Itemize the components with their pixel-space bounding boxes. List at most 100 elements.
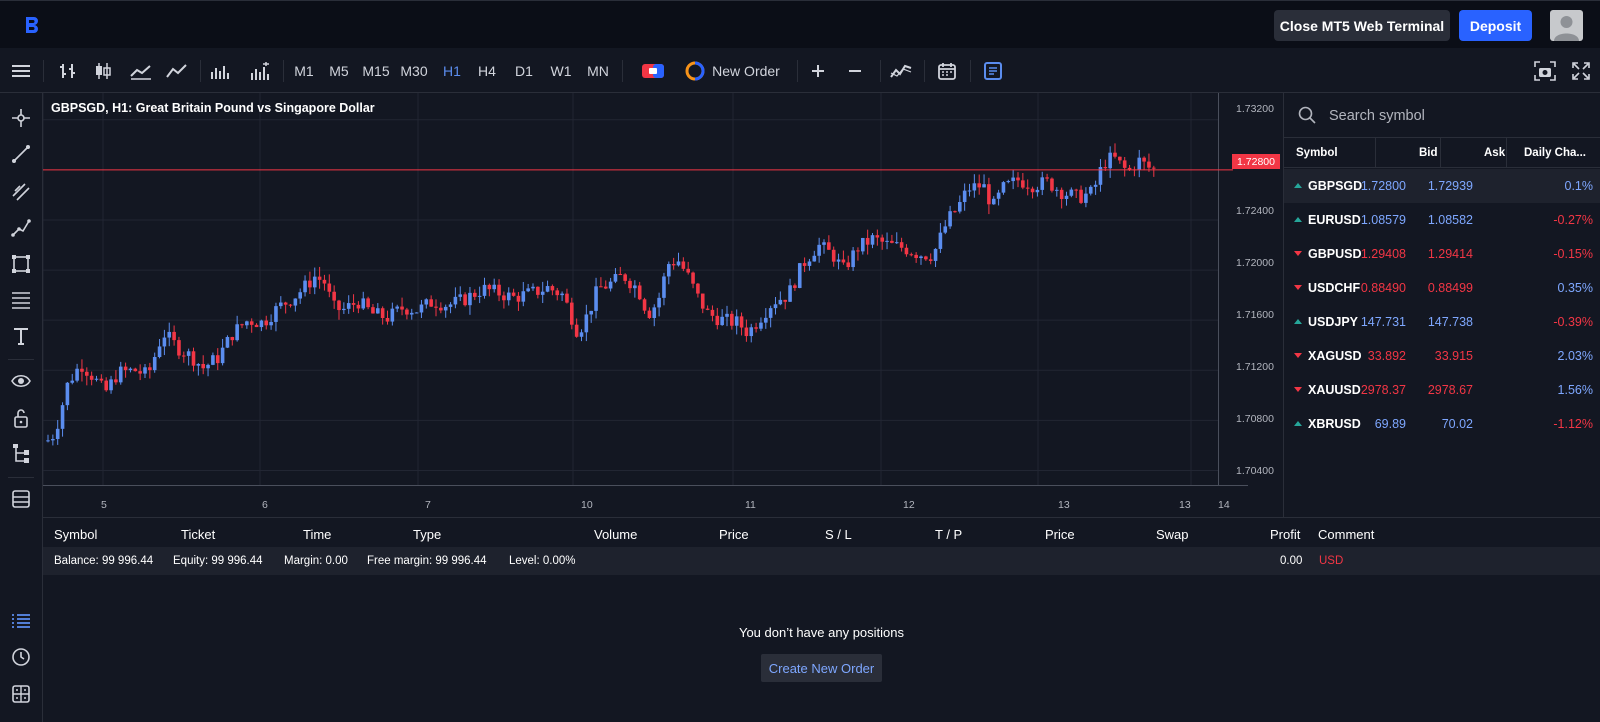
one-click-trading-icon[interactable] xyxy=(640,48,666,93)
candle-body xyxy=(574,324,579,337)
header-ask[interactable]: Ask xyxy=(1484,147,1505,159)
price-chart[interactable]: GBPSGD, H1: Great Britain Pound vs Singa… xyxy=(43,93,1283,517)
object-tree-icon[interactable] xyxy=(8,441,34,467)
watchlist-row-gbpusd[interactable]: GBPUSD 1.29408 1.29414 -0.15% xyxy=(1284,237,1600,271)
row-ask: 1.72939 xyxy=(1427,179,1473,193)
create-new-order-button[interactable]: Create New Order xyxy=(761,654,882,682)
watchlist-row-gbpsgd[interactable]: GBPSGD 1.72800 1.72939 0.1% xyxy=(1284,169,1600,203)
candle-body xyxy=(696,283,700,294)
candle-body xyxy=(264,320,269,326)
col-volume[interactable]: Volume xyxy=(594,527,637,542)
deposit-button[interactable]: Deposit xyxy=(1459,10,1532,41)
candle-body xyxy=(536,286,540,295)
watchlist-row-eurusd[interactable]: EURUSD 1.08579 1.08582 -0.27% xyxy=(1284,203,1600,237)
row-ask: 1.29414 xyxy=(1427,247,1473,261)
candle-body xyxy=(1103,167,1108,169)
timeframe-h1[interactable]: H1 xyxy=(442,48,462,93)
screenshot-icon[interactable] xyxy=(1532,48,1558,93)
timeframe-m15[interactable]: M15 xyxy=(361,48,391,93)
timeframe-d1[interactable]: D1 xyxy=(513,48,535,93)
zoom-out-icon[interactable] xyxy=(842,48,868,93)
area-chart-icon[interactable] xyxy=(128,48,154,93)
candle-body xyxy=(676,261,681,266)
top-bar: Close MT5 Web Terminal Deposit xyxy=(0,0,1600,48)
col-comment[interactable]: Comment xyxy=(1318,527,1374,542)
indicators-icon[interactable] xyxy=(888,48,914,93)
timeframe-mn[interactable]: MN xyxy=(585,48,611,93)
rectangle-icon[interactable] xyxy=(8,251,34,277)
col-swap[interactable]: Swap xyxy=(1156,527,1189,542)
col-stop-loss[interactable]: S / L xyxy=(825,527,852,542)
equity: Equity: 99 996.44 xyxy=(173,555,263,567)
candle-body xyxy=(560,293,564,296)
candle-body xyxy=(351,303,356,305)
menu-icon[interactable] xyxy=(8,48,34,93)
col-type[interactable]: Type xyxy=(413,527,441,542)
zoom-in-icon[interactable] xyxy=(805,48,831,93)
timeframe-m30[interactable]: M30 xyxy=(398,48,430,93)
col-ticket[interactable]: Ticket xyxy=(181,527,215,542)
col-take-profit[interactable]: T / P xyxy=(935,527,962,542)
header-symbol[interactable]: Symbol xyxy=(1296,147,1338,159)
parallel-channel-icon[interactable] xyxy=(8,179,34,205)
fibonacci-icon[interactable] xyxy=(8,287,34,313)
new-order-icon[interactable] xyxy=(684,48,706,93)
text-tool-icon[interactable] xyxy=(8,323,34,349)
col-current-price[interactable]: Price xyxy=(1045,527,1075,542)
logo-icon[interactable] xyxy=(22,15,42,35)
candle-body xyxy=(1025,187,1030,189)
avatar[interactable] xyxy=(1550,10,1583,41)
col-profit[interactable]: Profit xyxy=(1270,527,1300,542)
lock-icon[interactable] xyxy=(8,405,34,431)
candle-body xyxy=(191,351,196,366)
candle-body xyxy=(128,368,133,371)
watchlist-row-xauusd[interactable]: XAUUSD 2978.37 2978.67 1.56% xyxy=(1284,373,1600,407)
close-terminal-button[interactable]: Close MT5 Web Terminal xyxy=(1274,10,1450,41)
header-daily-change[interactable]: Daily Cha... xyxy=(1524,147,1586,159)
row-symbol: XBRUSD xyxy=(1308,417,1361,431)
free-margin: Free margin: 99 996.44 xyxy=(367,555,487,567)
bar-chart-icon[interactable] xyxy=(55,48,81,93)
new-order-button[interactable]: New Order xyxy=(712,48,780,93)
journal-icon[interactable] xyxy=(8,681,34,707)
watchlist-row-xbrusd[interactable]: XBRUSD 69.89 70.02 -1.12% xyxy=(1284,407,1600,441)
line-chart-icon[interactable] xyxy=(164,48,190,93)
chart-canvas[interactable] xyxy=(43,93,1283,517)
candle-body xyxy=(220,347,225,364)
col-symbol[interactable]: Symbol xyxy=(54,527,97,542)
history-icon[interactable] xyxy=(8,644,34,670)
volume-icon[interactable] xyxy=(207,48,233,93)
timeframe-m5[interactable]: M5 xyxy=(328,48,350,93)
volume-settings-icon[interactable] xyxy=(247,48,273,93)
search-input[interactable] xyxy=(1329,105,1589,127)
candlestick-icon[interactable] xyxy=(90,48,116,93)
trend-line-icon[interactable] xyxy=(8,141,34,167)
candle-body xyxy=(235,324,239,341)
candle-body xyxy=(1152,167,1156,169)
col-time[interactable]: Time xyxy=(303,527,331,542)
calendar-icon[interactable] xyxy=(934,48,960,93)
y-axis-tick: 1.71200 xyxy=(1236,361,1274,373)
candle-body xyxy=(463,294,467,306)
candle-body xyxy=(637,285,642,300)
candle-body xyxy=(1059,189,1064,199)
col-price[interactable]: Price xyxy=(719,527,749,542)
candle-body xyxy=(443,306,448,311)
polyline-icon[interactable] xyxy=(8,215,34,241)
templates-icon[interactable] xyxy=(8,486,34,512)
watchlist-row-xagusd[interactable]: XAGUSD 33.892 33.915 2.03% xyxy=(1284,339,1600,373)
timeframe-m1[interactable]: M1 xyxy=(293,48,315,93)
candle-body xyxy=(99,378,104,381)
watchlist-row-usdchf[interactable]: USDCHF 0.88490 0.88499 0.35% xyxy=(1284,271,1600,305)
positions-list-icon[interactable] xyxy=(8,608,34,634)
chart-toolbar: M1 M5 M15 M30 H1 H4 D1 W1 MN New Order xyxy=(0,48,1600,93)
watchlist-row-usdjpy[interactable]: USDJPY 147.731 147.738 -0.39% xyxy=(1284,305,1600,339)
crosshair-icon[interactable] xyxy=(8,105,34,131)
trade-history-icon[interactable] xyxy=(980,48,1006,93)
eye-icon[interactable] xyxy=(8,368,34,394)
timeframe-h4[interactable]: H4 xyxy=(476,48,498,93)
timeframe-w1[interactable]: W1 xyxy=(550,48,572,93)
candle-body xyxy=(962,190,967,203)
fullscreen-icon[interactable] xyxy=(1568,48,1594,93)
header-bid[interactable]: Bid xyxy=(1419,147,1438,159)
